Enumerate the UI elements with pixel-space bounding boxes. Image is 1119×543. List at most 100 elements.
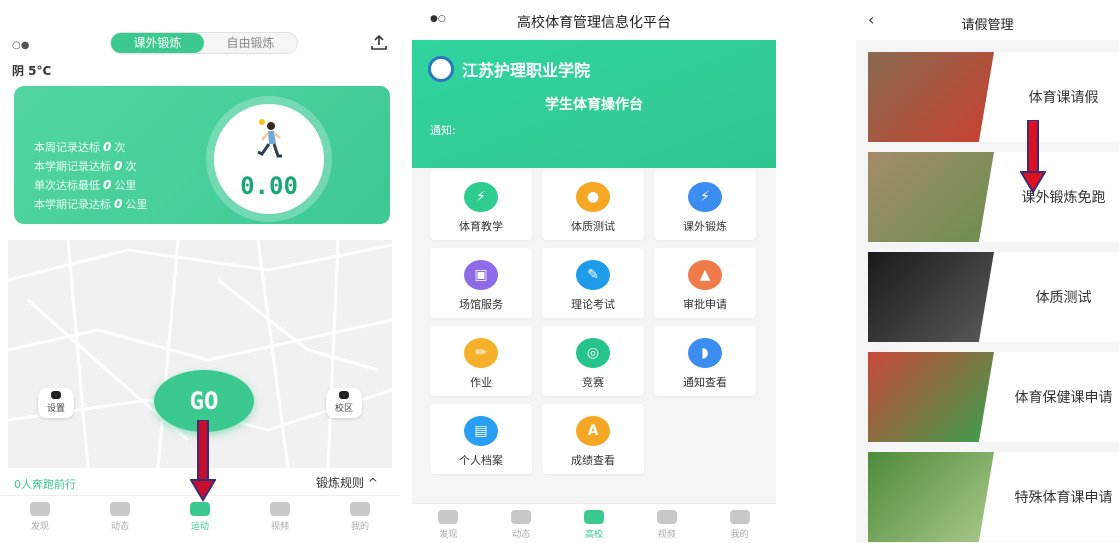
menu-item-label: 作业	[470, 376, 492, 389]
weather-label: 阴 5°C	[12, 64, 52, 78]
tab-feed[interactable]: 动态	[80, 496, 160, 543]
leaf-icon	[438, 510, 459, 524]
chat-icon	[511, 510, 532, 524]
runner-icon	[254, 118, 284, 168]
menu-item-label: 体质测试	[571, 220, 615, 233]
tab-discover[interactable]: 发现	[412, 504, 485, 543]
leave-option-label: 体育保健课申请	[1014, 390, 1113, 406]
leave-management-screen: ‹ 请假管理 体育课请假课外锻炼免跑体质测试体育保健课申请特殊体育课申请	[856, 0, 1119, 543]
tab-bar: 发现 动态 运动 视频 我的	[0, 495, 400, 543]
page-title: 高校体育管理信息化平台	[517, 15, 671, 31]
tab-university[interactable]: 高校	[558, 504, 631, 543]
stat-term-distance: 本学期记录达标 0 公里	[34, 197, 148, 211]
leave-option[interactable]: 体育课请假	[868, 52, 1119, 142]
person-icon: ●	[576, 182, 610, 212]
bell-icon: ◗	[688, 338, 722, 368]
tab-me[interactable]: 我的	[703, 504, 776, 543]
run-icon: ⚡	[464, 182, 498, 212]
status-dots: ○●	[12, 40, 30, 51]
leave-option[interactable]: 体育保健课申请	[868, 352, 1119, 442]
pencil-icon: ✏	[464, 338, 498, 368]
menu-item-label: 个人档案	[459, 454, 503, 467]
menu-item-label: 理论考试	[571, 298, 615, 311]
menu-item-label: 通知查看	[683, 376, 727, 389]
notice-label: 通知:	[430, 124, 456, 137]
home-icon	[583, 510, 604, 524]
menu-item[interactable]: ◎ 竞赛	[542, 326, 644, 396]
share-icon[interactable]	[370, 34, 388, 54]
leaf-icon	[30, 502, 50, 516]
user-icon	[350, 502, 370, 516]
down-arrow-icon	[190, 420, 216, 502]
menu-item-label: 课外锻炼	[683, 220, 727, 233]
distance-value: 0.00	[240, 172, 298, 200]
stats-card: 本周记录达标 0 次 本学期记录达标 0 次 单次达标最低 0 公里 本学期记录达标 0 公里	[14, 86, 390, 224]
run-icon: ⚡	[688, 182, 722, 212]
menu-item[interactable]: ⚡ 课外锻炼	[654, 170, 756, 240]
id-card-icon: ▤	[464, 416, 498, 446]
menu-item-label: 审批申请	[683, 298, 727, 311]
play-icon	[270, 502, 290, 516]
pen-icon: ✎	[576, 260, 610, 290]
menu-item[interactable]: ▤ 个人档案	[430, 404, 532, 474]
runner-photo	[868, 152, 994, 242]
settings-button[interactable]: 设置	[38, 388, 74, 418]
building-icon: ▣	[464, 260, 498, 290]
platform-screen: ●○ 高校体育管理信息化平台 江苏护理职业学院 学生体育操作台 通知: ⚡ 体育教…	[412, 0, 776, 543]
tab-video[interactable]: 视频	[240, 496, 320, 543]
tab-free-exercise[interactable]: 自由锻炼	[204, 33, 297, 53]
menu-item[interactable]: ● 体质测试	[542, 170, 644, 240]
capsule-icon	[339, 391, 349, 399]
leave-option-label: 体育课请假	[1028, 90, 1099, 106]
menu-item[interactable]: ▲ 审批申请	[654, 248, 756, 318]
tab-discover[interactable]: 发现	[0, 496, 80, 543]
user-icon	[729, 510, 750, 524]
menu-item[interactable]: ◗ 通知查看	[654, 326, 756, 396]
tab-feed[interactable]: 动态	[485, 504, 558, 543]
mode-switch: 课外锻炼 自由锻炼	[110, 32, 298, 54]
stamp-icon: ▲	[688, 260, 722, 290]
menu-item-label: 场馆服务	[459, 298, 503, 311]
leave-option[interactable]: 体质测试	[868, 252, 1119, 342]
tab-bar: 发现 动态 高校 视频 我的	[412, 503, 776, 543]
stat-min-distance: 单次达标最低 0 公里	[34, 178, 137, 192]
park-photo	[868, 452, 994, 542]
run-count: 0人奔跑前行	[14, 478, 76, 491]
exercise-screen: ○● 课外锻炼 自由锻炼 阴 5°C 本周记录达标 0 次 本学期记录达标 0 次 单次…	[0, 0, 400, 543]
leave-option[interactable]: 特殊体育课申请	[868, 452, 1119, 542]
tab-video[interactable]: 视频	[630, 504, 703, 543]
header-bar: ●○ 高校体育管理信息化平台	[412, 0, 776, 40]
location-icon	[190, 502, 210, 516]
menu-item[interactable]: A 成绩查看	[542, 404, 644, 474]
menu-item[interactable]: ✎ 理论考试	[542, 248, 644, 318]
dumbbell-photo	[868, 252, 994, 342]
header-bar: ‹ 请假管理	[856, 0, 1119, 40]
menu-item[interactable]: ✏ 作业	[430, 326, 532, 396]
tab-me[interactable]: 我的	[320, 496, 400, 543]
track-photo	[868, 352, 994, 442]
hexagon-icon	[51, 391, 61, 399]
down-arrow-icon	[1020, 120, 1046, 194]
tab-sport[interactable]: 运动	[160, 496, 240, 543]
medal-icon: ◎	[576, 338, 610, 368]
page-title: 请假管理	[961, 18, 1014, 33]
menu-item-label: 竞赛	[582, 376, 604, 389]
stats-list: 本周记录达标 0 次 本学期记录达标 0 次 单次达标最低 0 公里 本学期记录达标 0 公里	[34, 138, 147, 214]
play-icon	[656, 510, 677, 524]
exercise-rules-link[interactable]: 锻炼规则 ^	[316, 474, 378, 491]
school-logo-icon	[428, 56, 454, 82]
distance-ring: 0.00	[206, 96, 332, 222]
leave-option[interactable]: 课外锻炼免跑	[868, 152, 1119, 242]
campus-button[interactable]: 校区	[326, 388, 362, 418]
leave-option-label: 课外锻炼免跑	[1021, 190, 1106, 206]
stat-term: 本学期记录达标 0 次	[34, 159, 137, 173]
school-banner: 江苏护理职业学院 学生体育操作台 通知:	[412, 40, 776, 168]
platform-title: 学生体育操作台	[545, 97, 643, 113]
menu-item[interactable]: ▣ 场馆服务	[430, 248, 532, 318]
tab-extracurricular[interactable]: 课外锻炼	[111, 33, 204, 53]
grade-icon: A	[576, 416, 610, 446]
chat-icon	[110, 502, 130, 516]
menu-item[interactable]: ⚡ 体育教学	[430, 170, 532, 240]
menu-item-label: 成绩查看	[571, 454, 615, 467]
stat-week: 本周记录达标 0 次	[34, 140, 126, 154]
